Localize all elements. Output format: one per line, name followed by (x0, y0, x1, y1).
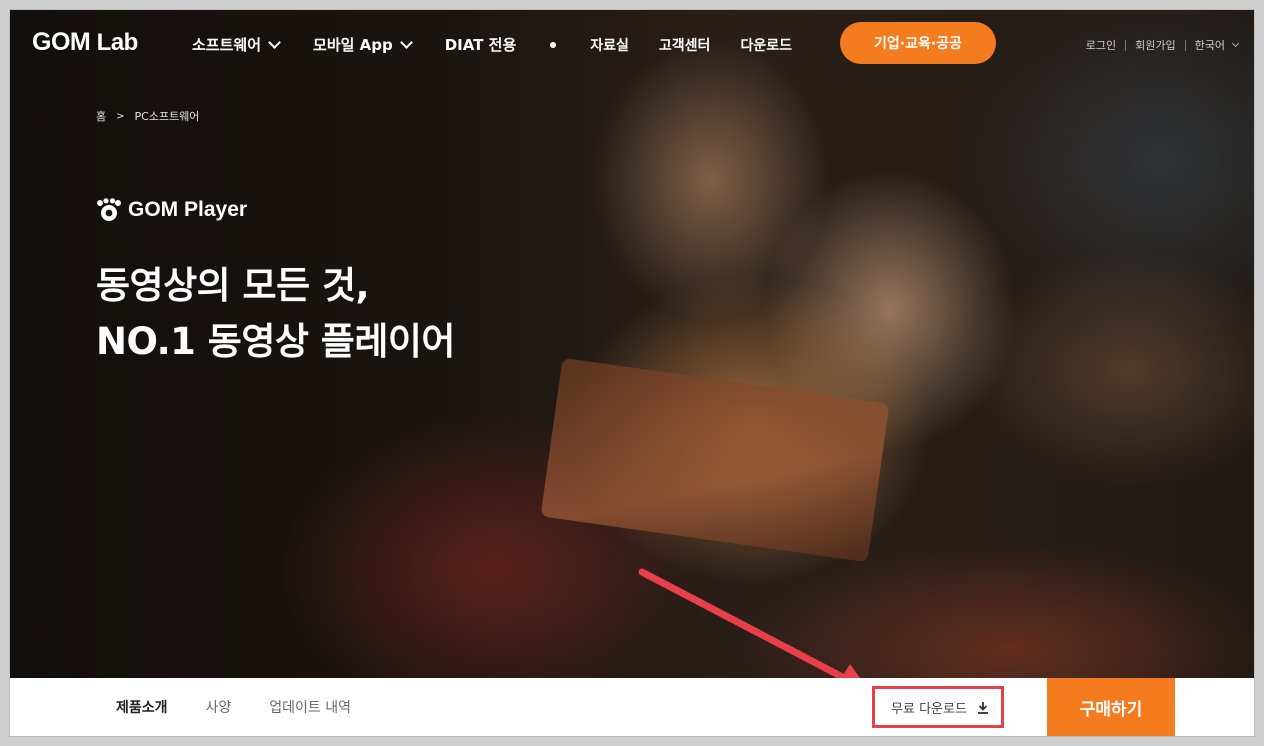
chevron-down-icon (399, 36, 413, 49)
hero-banner: GOM Lab 소프트웨어 모바일 App DIAT 전용 자료실 고객센터 다… (10, 10, 1254, 678)
download-icon (977, 701, 988, 714)
product-name: GOM Player (128, 198, 248, 221)
link-download[interactable]: 다운로드 (740, 35, 792, 55)
hero-photo-tablet (540, 357, 890, 563)
headline-line-2: NO.1 동영상 플레이어 (96, 320, 455, 363)
menu-divider-dot (550, 41, 557, 48)
logo-sub-text: Lab (96, 29, 139, 56)
top-nav: GOM Lab 소프트웨어 모바일 App DIAT 전용 자료실 고객센터 다… (10, 10, 1254, 80)
menu-software-label: 소프트웨어 (192, 36, 262, 54)
tab-overview[interactable]: 제품소개 (116, 697, 168, 717)
login-link[interactable]: 로그인 (1086, 37, 1116, 53)
headline-line-1: 동영상의 모든 것, (96, 264, 370, 307)
breadcrumb-current: PC소프트웨어 (134, 110, 200, 123)
language-label: 한국어 (1194, 39, 1225, 52)
breadcrumb-home[interactable]: 홈 (96, 108, 106, 124)
gomlab-logo[interactable]: GOM Lab (32, 28, 138, 57)
link-support[interactable]: 고객센터 (659, 35, 711, 55)
hero-headline: 동영상의 모든 것, NO.1 동영상 플레이어 (96, 258, 455, 370)
menu-software[interactable]: 소프트웨어 (192, 34, 281, 55)
link-archive[interactable]: 자료실 (590, 35, 629, 55)
free-download-label: 무료 다운로드 (891, 701, 967, 717)
divider (1184, 39, 1186, 51)
menu-diat-label: DIAT 전용 (444, 36, 517, 54)
product-tabs: 제품소개 사양 업데이트 내역 (116, 678, 389, 736)
tab-specs[interactable]: 사양 (206, 697, 232, 717)
bear-paw-icon (97, 198, 121, 221)
language-select[interactable]: 한국어 (1194, 37, 1240, 53)
browser-frame: GOM Lab 소프트웨어 모바일 App DIAT 전용 자료실 고객센터 다… (10, 10, 1254, 736)
menu-diat[interactable]: DIAT 전용 (445, 34, 517, 55)
main-menu: 소프트웨어 모바일 App DIAT 전용 자료실 고객센터 다운로드 (192, 34, 822, 55)
divider (1125, 39, 1127, 51)
enterprise-button[interactable]: 기업·교육·공공 (840, 22, 996, 64)
menu-mobile-app[interactable]: 모바일 App (313, 34, 413, 55)
buy-button[interactable]: 구매하기 (1047, 678, 1175, 736)
breadcrumb: 홈 > PC소프트웨어 (96, 108, 199, 124)
signup-link[interactable]: 회원가입 (1135, 37, 1175, 53)
breadcrumb-separator: > (116, 110, 125, 122)
tab-updates[interactable]: 업데이트 내역 (269, 697, 351, 717)
chevron-down-icon (268, 36, 281, 49)
menu-mobile-app-label: 모바일 App (313, 36, 393, 54)
utility-links: 로그인 회원가입 한국어 (1086, 37, 1240, 53)
product-subnav: 제품소개 사양 업데이트 내역 무료 다운로드 구매하기 (10, 678, 1254, 736)
chevron-down-icon (1231, 39, 1240, 48)
product-logo: GOM Player (96, 198, 247, 222)
free-download-button[interactable]: 무료 다운로드 (876, 691, 1004, 723)
logo-main-text: GOM (32, 28, 91, 56)
annotation-arrow-icon (638, 568, 860, 678)
